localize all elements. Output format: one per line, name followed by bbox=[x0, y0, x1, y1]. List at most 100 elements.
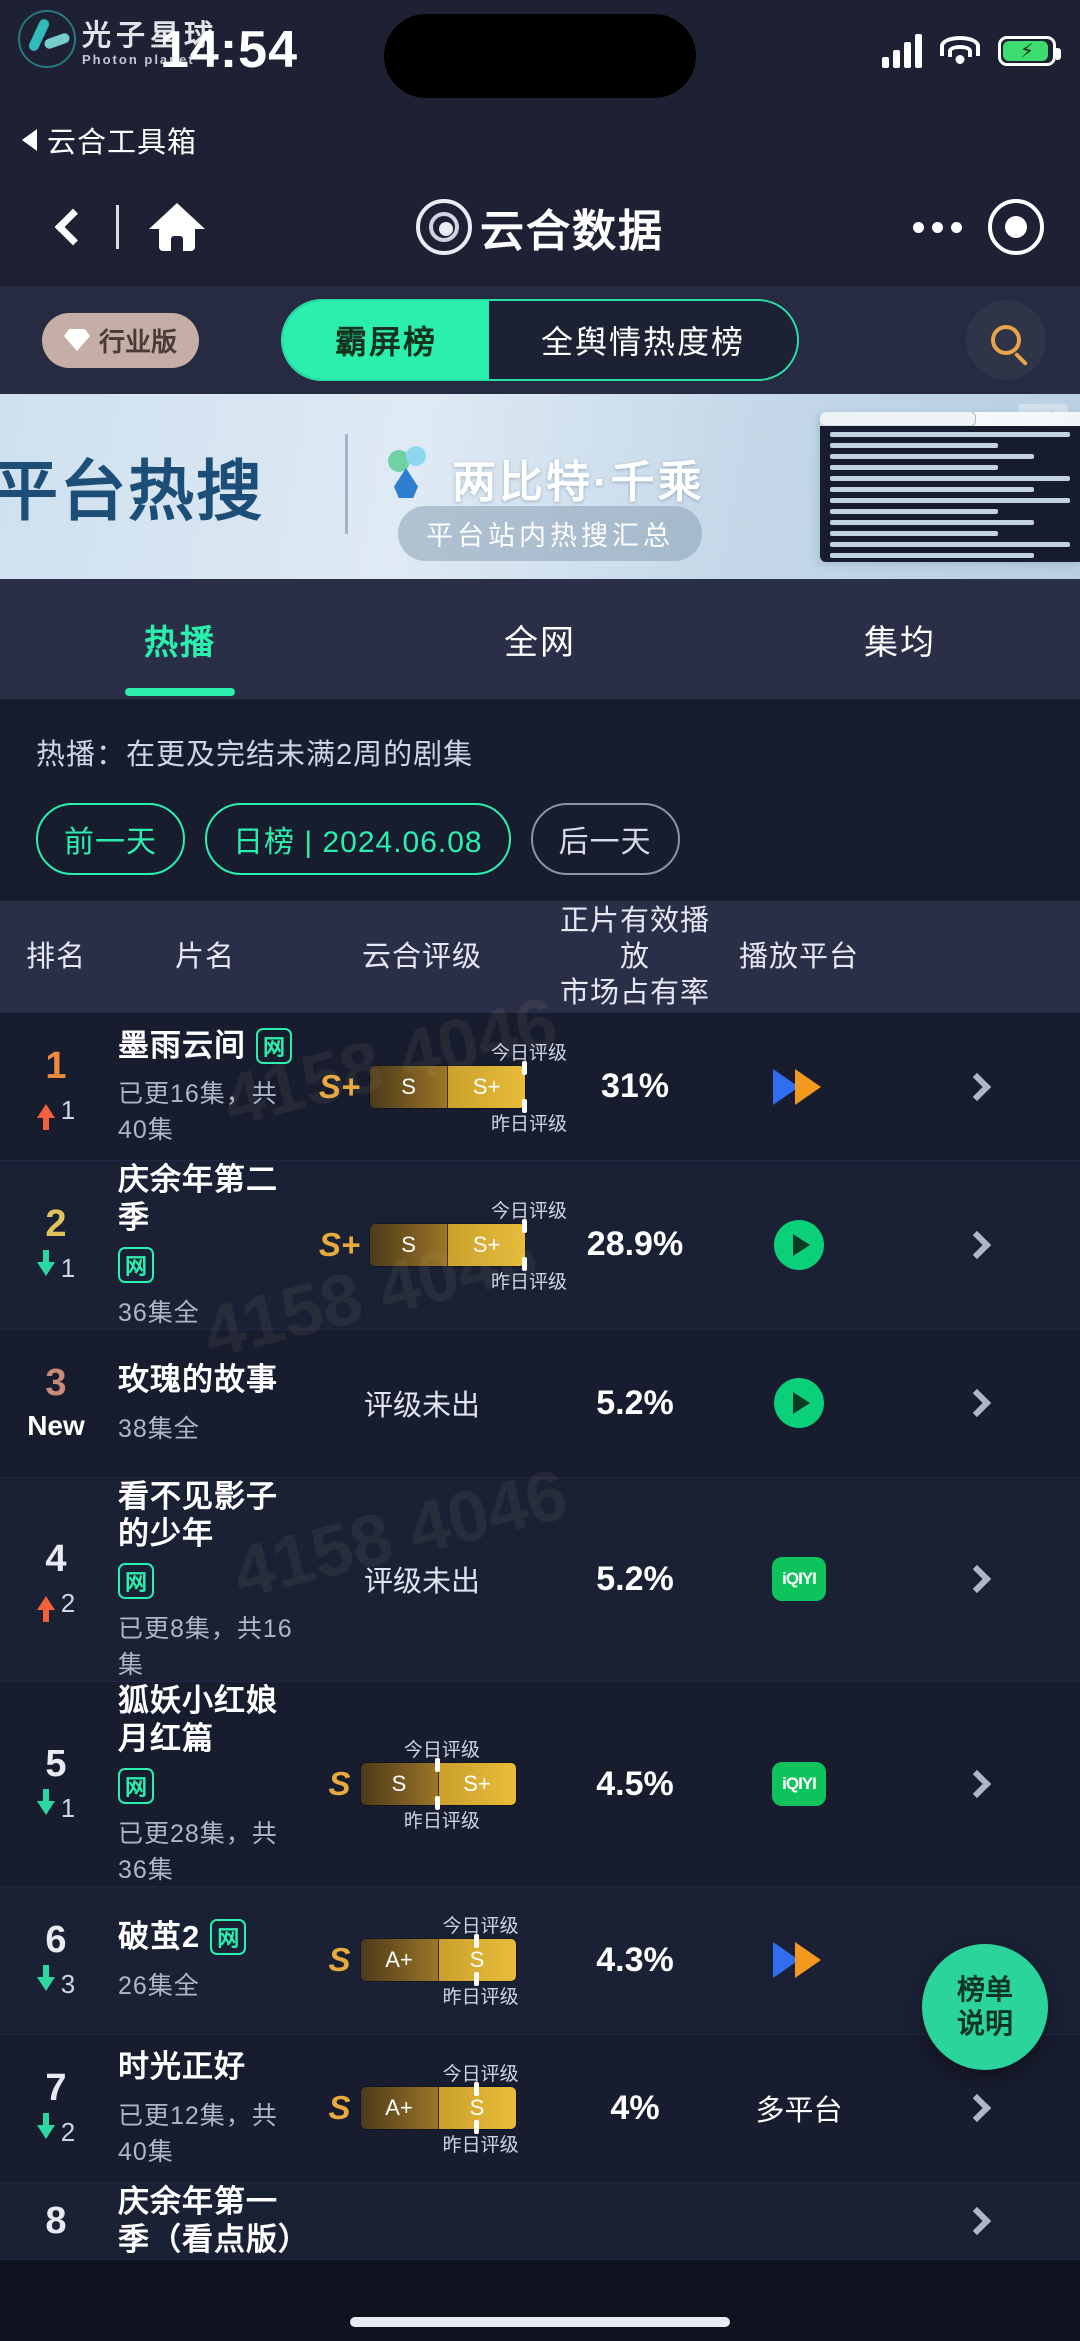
rank-number: 8 bbox=[45, 2199, 67, 2242]
status-bar: 光子星球 Photon planet 14:54 ⚡ bbox=[0, 0, 1080, 112]
dynamic-island bbox=[384, 14, 696, 98]
date-selector[interactable]: 日榜 | 2024.06.08 bbox=[205, 803, 511, 875]
rank-number: 3 bbox=[45, 1362, 67, 1405]
show-title: 时光正好 bbox=[118, 2049, 246, 2085]
title-cell[interactable]: 玫瑰的故事 38集全 bbox=[112, 1361, 298, 1445]
prev-day-button[interactable]: 前一天 bbox=[36, 803, 185, 875]
row-detail-button[interactable] bbox=[874, 1072, 1080, 1101]
show-title: 狐妖小红娘月红篇 bbox=[118, 1683, 278, 1757]
segmented-control: 霸屏榜 全舆情热度榜 bbox=[280, 299, 800, 381]
title-cell[interactable]: 墨雨云间网已更16集，共40集 bbox=[112, 1027, 298, 1147]
rank-change: 2 bbox=[36, 1588, 75, 1623]
header-share: 正片有效播放 市场占有率 bbox=[546, 903, 724, 1012]
rank-cell: 72 bbox=[0, 2069, 112, 2148]
search-button[interactable] bbox=[966, 300, 1046, 380]
system-back-bar[interactable]: 云合工具箱 bbox=[0, 112, 1080, 168]
rating-cell-no-rating: 评级未出 bbox=[363, 1566, 480, 1599]
filter-section: 热播：在更及完结未满2周的剧集 前一天 日榜 | 2024.06.08 后一天 bbox=[0, 699, 1080, 901]
table-row[interactable]: 6 3 破茧2 网 26集全 S 今日评级 A+ S 昨日评级 4.3% bbox=[0, 1886, 1080, 2035]
app-navbar: 云合数据 bbox=[0, 168, 1080, 286]
row-detail-button[interactable] bbox=[874, 1769, 1080, 1799]
episode-count: 26集全 bbox=[118, 1972, 200, 2001]
rank-cell: 51 bbox=[0, 1745, 112, 1824]
episode-count: 38集全 bbox=[118, 1415, 200, 1444]
title-cell[interactable]: 看不见影子的少年网已更8集，共16集 bbox=[112, 1478, 298, 1682]
home-icon[interactable] bbox=[149, 203, 205, 251]
row-detail-button[interactable] bbox=[874, 1230, 1080, 1259]
platform-cell bbox=[724, 1378, 874, 1429]
ranking-explanation-button[interactable]: 榜单 说明 bbox=[922, 1943, 1048, 2070]
rating-cell: S 今日评级 S S+ 昨日评级 bbox=[298, 1740, 546, 1832]
table-row[interactable]: 4 2 看不见影子的少年网已更8集，共16集 评级未出 5.2% iQIYI bbox=[0, 1477, 1080, 1683]
tab-hot-play[interactable]: 热播 bbox=[0, 615, 360, 664]
rank-number: 7 bbox=[45, 2066, 67, 2109]
rank-cell: 11 bbox=[0, 1047, 112, 1130]
title-cell[interactable]: 狐妖小红娘月红篇网已更28集，共36集 bbox=[112, 1682, 298, 1886]
table-row[interactable]: 3 New 玫瑰的故事 38集全 评级未出 5.2% bbox=[0, 1330, 1080, 1478]
rating-caption-yesterday: 昨日评级 bbox=[403, 1811, 480, 1833]
market-share-value: 4% bbox=[610, 2088, 660, 2127]
market-share-value: 4.5% bbox=[596, 1764, 674, 1803]
web-exclusive-badge: 网 bbox=[118, 1246, 154, 1283]
tab-baping-list[interactable]: 霸屏榜 bbox=[282, 301, 489, 379]
more-dots-icon[interactable] bbox=[913, 221, 962, 233]
platform-cell: iQIYI bbox=[724, 1557, 874, 1602]
rating-grade: S+ bbox=[318, 1225, 361, 1263]
row-detail-button[interactable] bbox=[874, 1388, 1080, 1418]
table-row[interactable]: 7 2 时光正好 已更12集，共40集 S 今日评级 A+ S 昨日评级 4% 多平台 bbox=[0, 2035, 1080, 2183]
rating-cell: S+ 今日评级 S S+ 昨日评级 bbox=[298, 1043, 567, 1135]
dashboard-preview-icon bbox=[820, 412, 1080, 562]
tab-sentiment-heat-list[interactable]: 全舆情热度榜 bbox=[489, 301, 798, 379]
fab-line1: 榜单 bbox=[956, 1974, 1013, 2006]
rating-caption-yesterday: 昨日评级 bbox=[491, 1271, 568, 1293]
tab-whole-network[interactable]: 全网 bbox=[360, 615, 720, 664]
title-cell[interactable]: 破茧2 网 26集全 bbox=[112, 1918, 298, 2002]
web-exclusive-badge: 网 bbox=[118, 1563, 154, 1600]
row-detail-button[interactable] bbox=[874, 2206, 1080, 2235]
rating-caption-today: 今日评级 bbox=[491, 1200, 568, 1222]
row-detail-button[interactable] bbox=[874, 2094, 1080, 2123]
promo-brand: 两比特·千乘 bbox=[452, 458, 705, 507]
tab-episode-average[interactable]: 集均 bbox=[720, 615, 1080, 664]
rating-bar-left: S bbox=[360, 1763, 438, 1806]
table-row[interactable]: 5 1 狐妖小红娘月红篇网已更28集，共36集 S 今日评级 S S+ 昨日评级 4.5% iQI… bbox=[0, 1682, 1080, 1887]
gem-icon bbox=[64, 329, 90, 351]
platform-cell bbox=[724, 1938, 874, 1982]
title-cell[interactable]: 庆余年第二季网 36集全 bbox=[112, 1161, 298, 1329]
arrow-down-icon bbox=[36, 2113, 55, 2140]
episode-count: 已更16集，共40集 bbox=[118, 1080, 278, 1145]
title-cell[interactable]: 时光正好 已更12集，共40集 bbox=[112, 2048, 298, 2168]
table-row[interactable]: 8 庆余年第一季（看点版） bbox=[0, 2182, 1080, 2260]
platform-cell: 多平台 bbox=[724, 2087, 874, 2129]
rating-caption-today: 今日评级 bbox=[403, 1740, 480, 1762]
target-circle-icon[interactable] bbox=[988, 199, 1044, 255]
table-row[interactable]: 2 1 庆余年第二季网 36集全 S+ 今日评级 S S+ 昨日评级 28.9% bbox=[0, 1161, 1080, 1330]
tencent-video-icon bbox=[774, 1378, 824, 1429]
rank-change-value: 1 bbox=[60, 1253, 76, 1284]
market-share-value: 5.2% bbox=[596, 1383, 674, 1422]
ranking-table-body: 1 1 墨雨云间网已更16集，共40集 S+ 今日评级 S S+ 昨日评级 31% 2 1 庆余年第二… bbox=[0, 982, 1080, 2260]
rank-change: 1 bbox=[36, 1249, 76, 1284]
chevron-left-icon[interactable] bbox=[54, 208, 92, 246]
show-title: 看不见影子的少年 bbox=[118, 1478, 278, 1552]
promo-banner[interactable]: 推广 平台热搜 两比特·千乘 平台站内热搜汇总 bbox=[0, 394, 1080, 579]
rating-marker-today bbox=[473, 2082, 479, 2097]
rating-marker-today bbox=[522, 1060, 528, 1075]
rank-change: 1 bbox=[36, 1789, 75, 1824]
rating-bar-left: S bbox=[370, 1223, 448, 1266]
rating-bar: 今日评级 S S+ 昨日评级 bbox=[370, 1201, 567, 1293]
table-row[interactable]: 1 1 墨雨云间网已更16集，共40集 S+ 今日评级 S S+ 昨日评级 31% bbox=[0, 1013, 1080, 1161]
rank-cell: 3 New bbox=[0, 1364, 112, 1442]
rating-cell: S+ 今日评级 S S+ 昨日评级 bbox=[298, 1201, 567, 1293]
arrow-up-icon bbox=[36, 1103, 55, 1130]
next-day-button[interactable]: 后一天 bbox=[530, 803, 680, 875]
rating-bar: 今日评级 A+ S 昨日评级 bbox=[360, 2064, 519, 2156]
rating-caption-today: 今日评级 bbox=[491, 1042, 568, 1064]
episode-count: 已更28集，共36集 bbox=[118, 1819, 278, 1884]
rating-bar: 今日评级 S S+ 昨日评级 bbox=[370, 1043, 567, 1135]
title-cell[interactable]: 庆余年第一季（看点版） bbox=[112, 2183, 309, 2259]
chevron-right-icon bbox=[962, 2206, 992, 2235]
pro-version-badge[interactable]: 行业版 bbox=[42, 312, 200, 368]
row-detail-button[interactable] bbox=[874, 1565, 1080, 1594]
rating-bar: 今日评级 A+ S 昨日评级 bbox=[360, 1916, 519, 2008]
